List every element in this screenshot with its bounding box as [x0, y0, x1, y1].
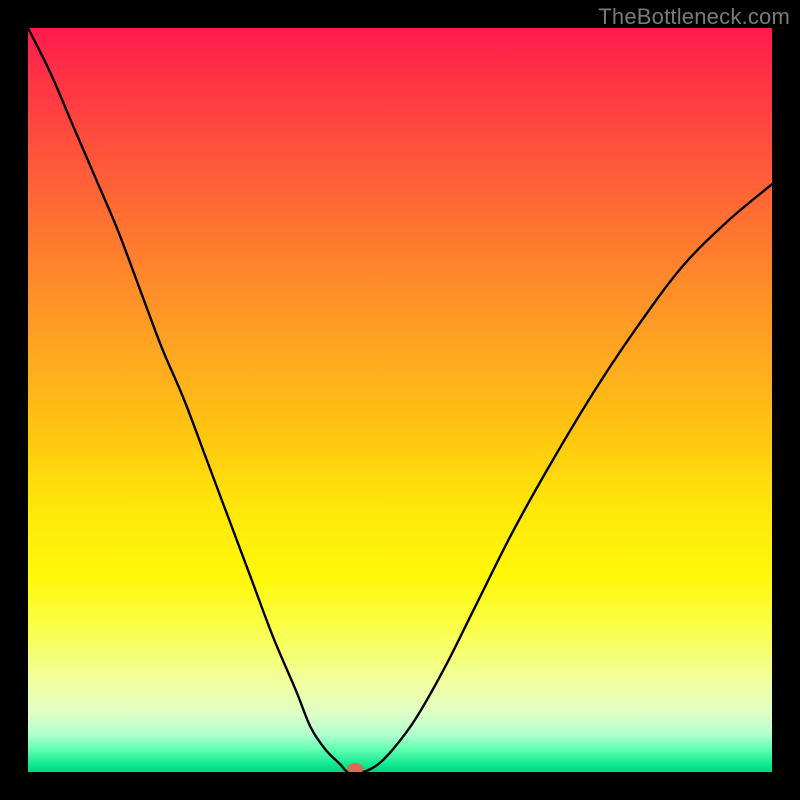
curve-svg — [28, 28, 772, 772]
minimum-marker — [347, 763, 363, 772]
plot-area — [28, 28, 772, 772]
bottleneck-curve — [28, 28, 772, 772]
watermark-text: TheBottleneck.com — [598, 4, 790, 30]
chart-frame: TheBottleneck.com — [0, 0, 800, 800]
